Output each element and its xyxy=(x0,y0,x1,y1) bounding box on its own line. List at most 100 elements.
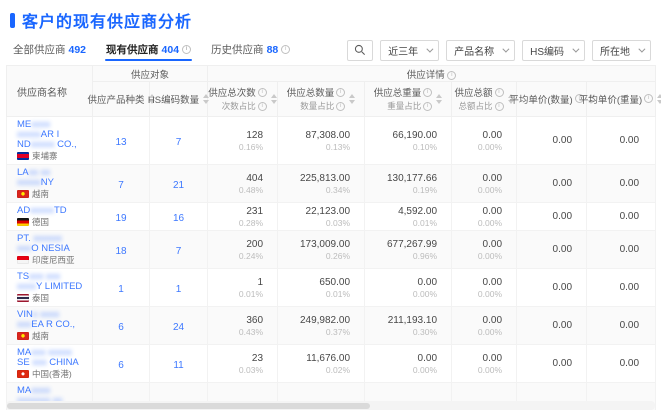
info-icon[interactable] xyxy=(336,88,345,97)
hs-code-count-link[interactable]: 1 xyxy=(176,284,182,295)
supplier-name-link[interactable]: LAxx xx xxxxxNY xyxy=(17,168,84,188)
supplier-name-cell: LAxx xx xxxxxNY 越南 xyxy=(7,165,93,203)
product-name-select[interactable]: 产品名称 xyxy=(446,40,515,61)
title-marker xyxy=(10,13,15,28)
hs-code-count-link[interactable]: 21 xyxy=(173,180,184,191)
supplier-country: 柬埔寨 xyxy=(17,151,84,161)
info-icon[interactable] xyxy=(258,102,267,111)
info-icon[interactable] xyxy=(447,71,456,80)
scrollbar-thumb[interactable] xyxy=(7,403,370,409)
table-row: ADxxxxxTD 德国 19 16 2310.28% 22,123.000.0… xyxy=(7,203,656,231)
info-icon[interactable] xyxy=(495,88,504,97)
location-select[interactable]: 所在地 xyxy=(592,40,651,61)
column-header-supply-times[interactable]: 供应总次数 次数占比 xyxy=(208,82,278,117)
country-name: 中国(香港) xyxy=(32,369,72,379)
supply-qty-cell: 11,676.000.02% xyxy=(278,345,365,383)
product-types-cell: 6 xyxy=(93,345,150,383)
info-icon[interactable] xyxy=(423,88,432,97)
hs-code-count-link[interactable]: 24 xyxy=(173,322,184,333)
info-icon[interactable] xyxy=(644,94,653,103)
product-types-link[interactable]: 13 xyxy=(115,137,126,148)
group-header-supply-detail: 供应详情 xyxy=(208,66,656,82)
column-header-supply-qty[interactable]: 供应总数量 数量占比 xyxy=(278,82,365,117)
avg-price-qty-cell: 0.00 xyxy=(517,203,587,231)
table-row: VINx xxxx xxxEA R CO., 越南 6 24 3600.43% … xyxy=(7,307,656,345)
tab-history-suppliers[interactable]: 历史供应商 88 xyxy=(210,39,291,61)
column-header-hs-code-count[interactable]: HS编码数量 xyxy=(150,82,208,117)
chevron-down-icon xyxy=(426,45,433,52)
supply-weight-cell: 130,177.660.19% xyxy=(365,165,452,203)
product-types-link[interactable]: 6 xyxy=(118,360,124,371)
column-header-supply-amount[interactable]: 供应总额 总额占比 xyxy=(452,82,517,117)
product-types-cell: 7 xyxy=(93,165,150,203)
column-header-product-types[interactable]: 供应产品种类 xyxy=(93,82,150,117)
supply-times-cell: 4040.48% xyxy=(208,165,278,203)
supply-qty-cell: 87,308.000.13% xyxy=(278,117,365,165)
column-label: HS编码数量 xyxy=(148,92,199,106)
supply-qty-cell: 22,123.000.03% xyxy=(278,203,365,231)
avg-price-weight-cell: 0.00 xyxy=(587,307,656,345)
supplier-name-link[interactable]: VINx xxxx xxxEA R CO., xyxy=(17,310,84,330)
sort-icon[interactable] xyxy=(657,94,661,104)
product-types-link[interactable]: 18 xyxy=(115,246,126,257)
table-row: MAxxx xxxxx SE xxx CHINA 中国(香港) 6 11 230… xyxy=(7,345,656,383)
horizontal-scrollbar[interactable] xyxy=(6,401,655,410)
avg-price-qty-cell: 0.00 xyxy=(517,117,587,165)
column-sub-label: 重量占比 xyxy=(387,100,421,112)
info-icon[interactable] xyxy=(336,102,345,111)
product-name-value: 产品名称 xyxy=(454,43,494,58)
column-header-supply-weight[interactable]: 供应总重量 重量占比 xyxy=(365,82,452,117)
country-flag-icon xyxy=(17,152,29,160)
hs-code-count-cell: 7 xyxy=(150,231,208,269)
hs-code-count-link[interactable]: 11 xyxy=(173,360,183,371)
info-icon[interactable] xyxy=(281,45,290,54)
product-types-link[interactable]: 19 xyxy=(115,213,126,224)
column-header-avg-price-weight[interactable]: 平均单价(重量) xyxy=(587,82,656,117)
product-types-link[interactable]: 1 xyxy=(118,284,124,295)
info-icon[interactable] xyxy=(495,102,504,111)
supplier-name-link[interactable]: MExxxx xxxxxAR I NDxxxxx CO., xyxy=(17,120,84,150)
info-icon[interactable] xyxy=(182,45,191,54)
supplier-name-link[interactable]: MAxxx xxxxx SE xxx CHINA xyxy=(17,348,84,368)
magnifier-icon xyxy=(354,44,366,56)
product-types-link[interactable]: 6 xyxy=(118,322,124,333)
info-icon[interactable] xyxy=(258,88,267,97)
tab-current-suppliers[interactable]: 现有供应商 404 xyxy=(105,39,192,61)
hs-code-select[interactable]: HS编码 xyxy=(522,40,585,61)
hs-code-count-cell: 16 xyxy=(150,203,208,231)
info-icon[interactable] xyxy=(423,102,432,111)
supplier-name-cell: MAxxx xxxxx SE xxx CHINA 中国(香港) xyxy=(7,345,93,383)
time-range-select[interactable]: 近三年 xyxy=(380,40,439,61)
chevron-down-icon xyxy=(638,45,645,52)
hs-code-count-link[interactable]: 7 xyxy=(176,137,182,148)
hs-code-count-link[interactable]: 7 xyxy=(176,246,182,257)
hs-code-count-cell: 11 xyxy=(150,345,208,383)
supplier-name-cell: TSxxx xxx xxxxY LIMITED 泰国 xyxy=(7,269,93,307)
hs-code-count-link[interactable]: 16 xyxy=(173,213,184,224)
supply-weight-cell: 211,193.100.30% xyxy=(365,307,452,345)
search-button[interactable] xyxy=(347,40,373,61)
supplier-name-cell: ADxxxxxTD 德国 xyxy=(7,203,93,231)
chevron-down-icon xyxy=(502,45,509,52)
product-types-link[interactable]: 7 xyxy=(118,180,124,191)
supply-qty-cell: 650.000.01% xyxy=(278,269,365,307)
sort-icon[interactable] xyxy=(271,94,277,104)
tab-all-suppliers[interactable]: 全部供应商 492 xyxy=(12,39,87,61)
location-value: 所在地 xyxy=(600,43,630,58)
supplier-country: 越南 xyxy=(17,331,84,341)
country-flag-icon xyxy=(17,294,29,302)
supplier-name-link[interactable]: ADxxxxxTD xyxy=(17,206,84,216)
supply-weight-cell: 66,190.000.10% xyxy=(365,117,452,165)
sort-icon[interactable] xyxy=(436,94,442,104)
product-types-cell: 19 xyxy=(93,203,150,231)
supplier-country: 越南 xyxy=(17,189,84,199)
supply-qty-cell: 249,982.000.37% xyxy=(278,307,365,345)
column-header-avg-price-qty[interactable]: 平均单价(数量) xyxy=(517,82,587,117)
sort-icon[interactable] xyxy=(349,94,355,104)
supplier-name-link[interactable]: PT. xxxxxx xxxO NESIA xyxy=(17,234,84,254)
supplier-name-link[interactable]: TSxxx xxx xxxxY LIMITED xyxy=(17,272,84,292)
table-row: LAxx xx xxxxxNY 越南 7 21 4040.48% 225,813… xyxy=(7,165,656,203)
supply-amount-cell: 0.000.00% xyxy=(452,165,517,203)
column-label: 供应总额 xyxy=(455,85,493,99)
avg-price-weight-cell: 0.00 xyxy=(587,269,656,307)
